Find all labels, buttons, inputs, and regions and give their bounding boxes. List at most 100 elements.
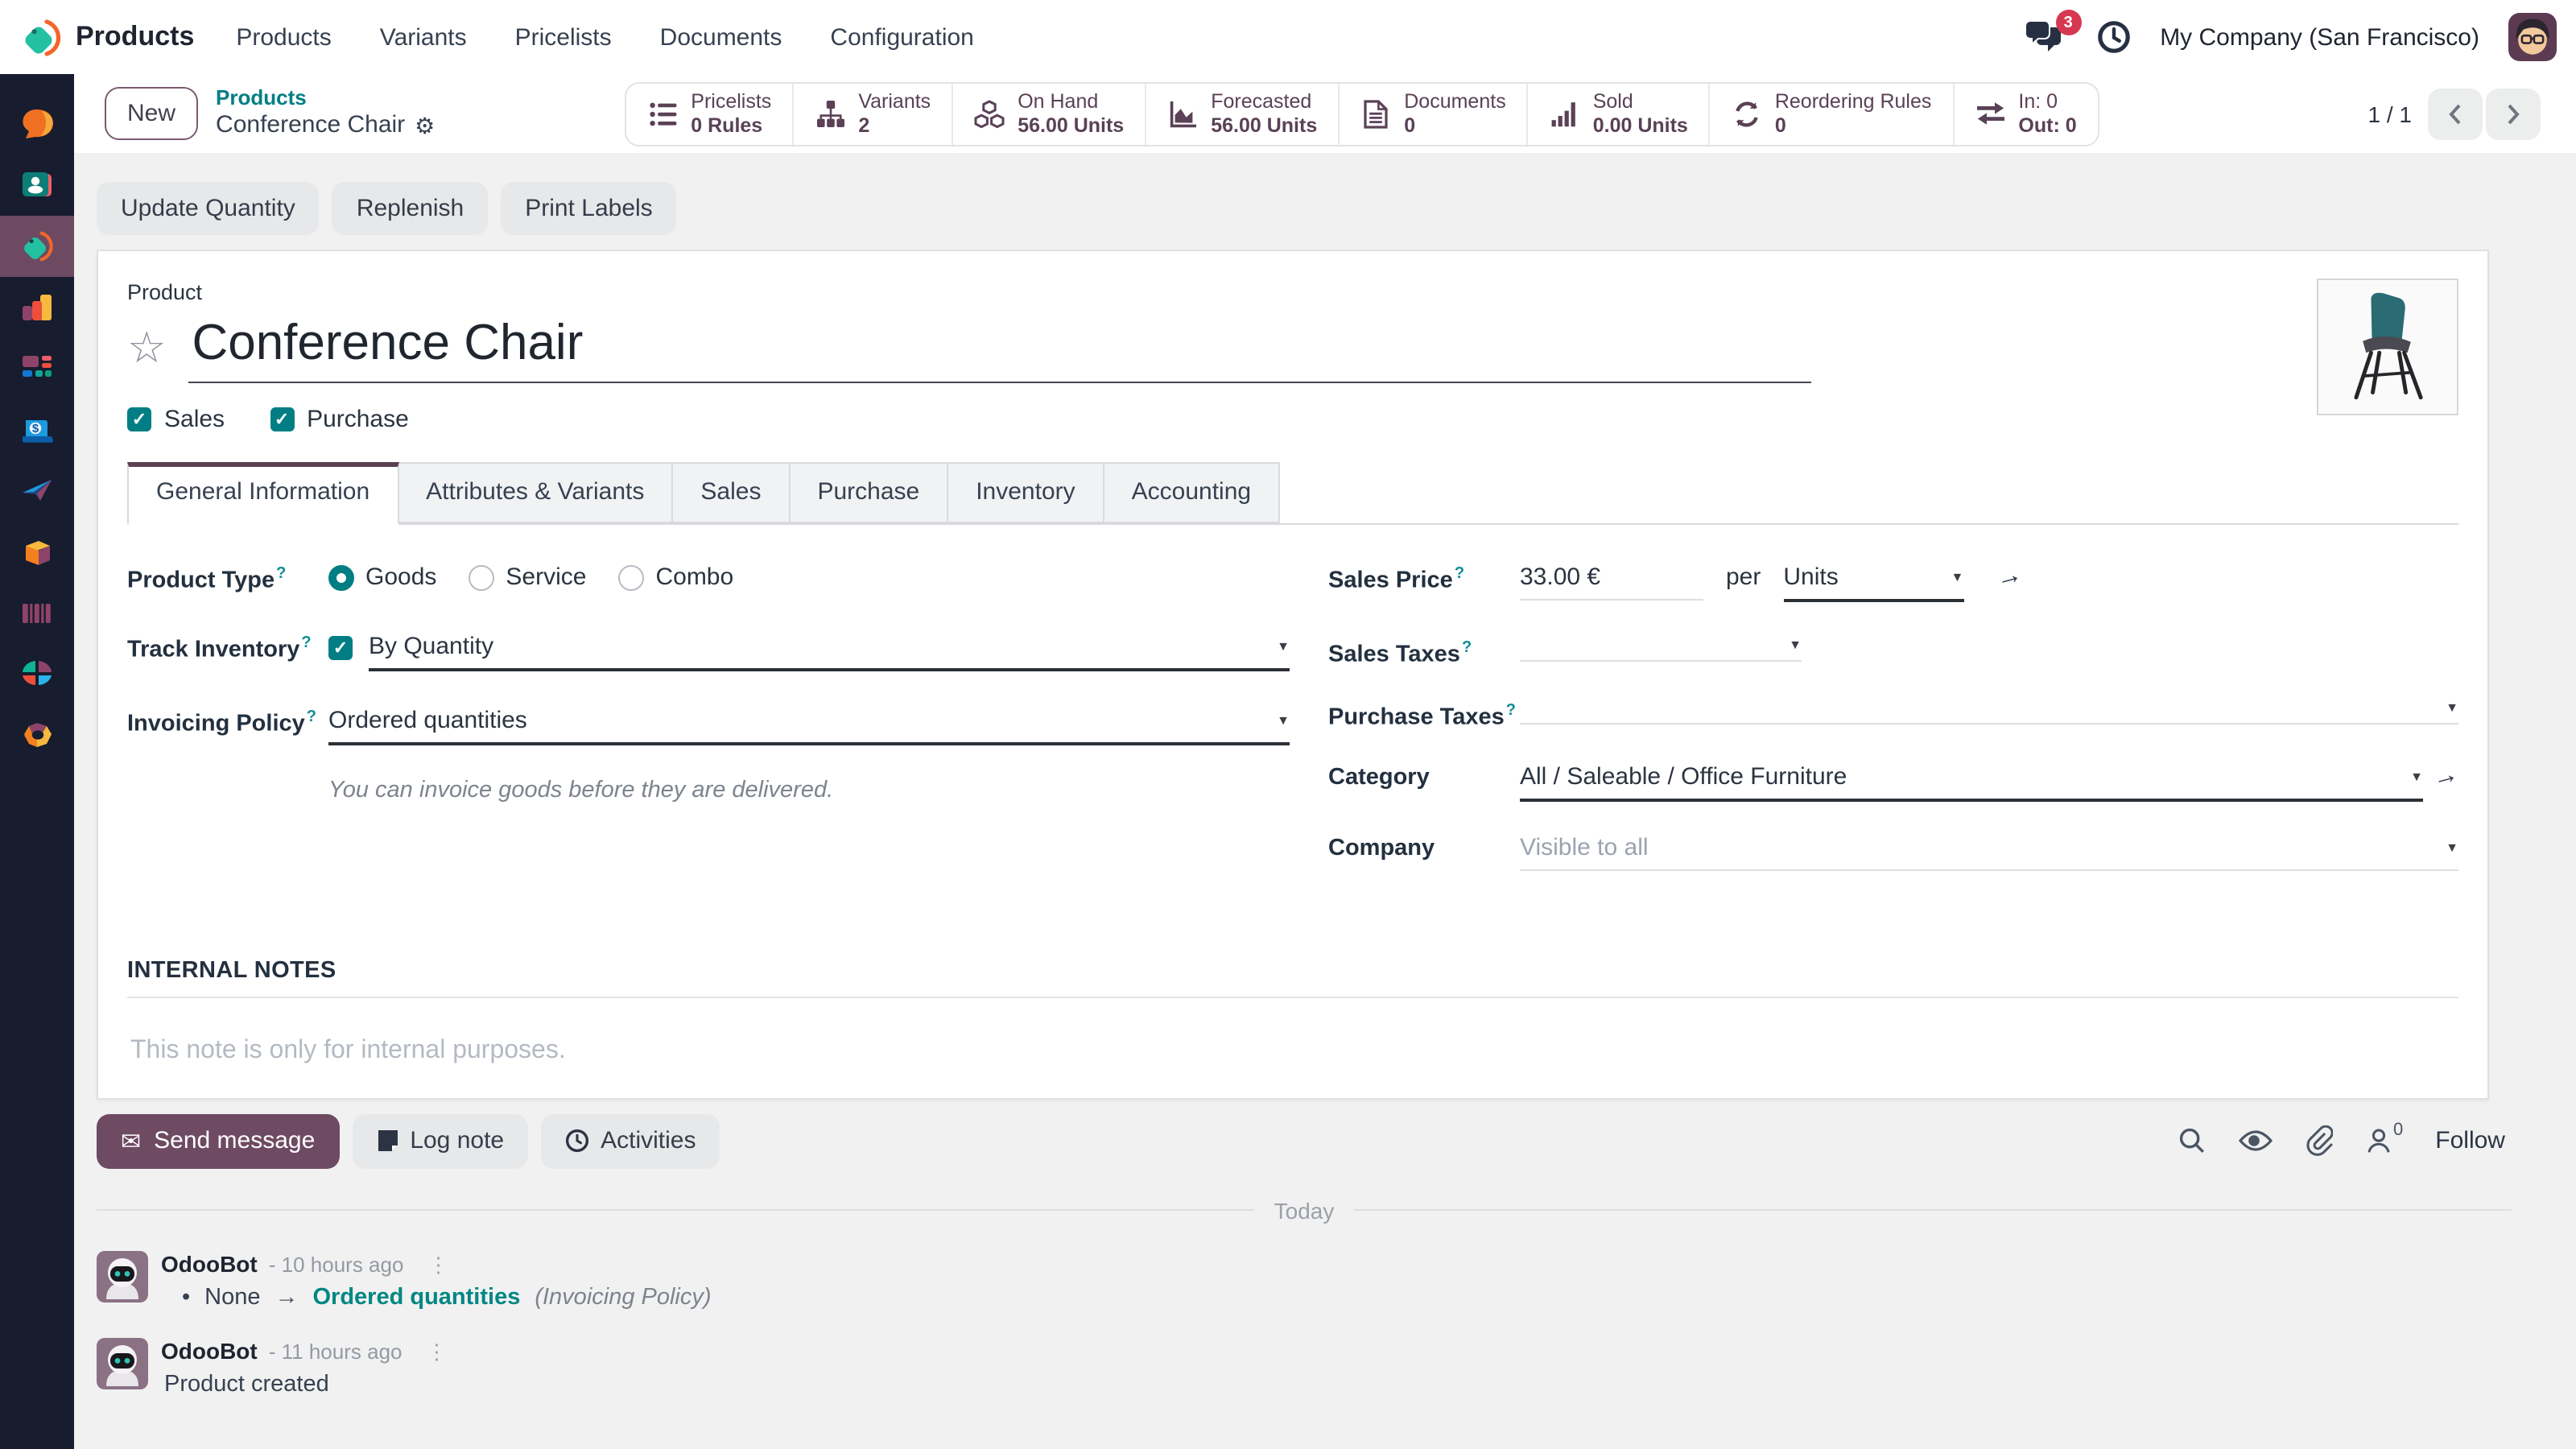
help-question-icon[interactable]: ? (307, 708, 316, 726)
stat-name: Forecasted (1211, 90, 1317, 114)
company-input[interactable]: Visible to all ▼ (1520, 833, 2458, 870)
stat-in-out-button[interactable]: In: 0Out: 0 (1952, 83, 2097, 144)
user-avatar[interactable] (2508, 13, 2557, 61)
help-question-icon[interactable]: ? (1455, 565, 1464, 583)
product-name-input[interactable]: Conference Chair (188, 314, 1811, 383)
sidebar-app-dashboards-icon[interactable] (0, 338, 74, 399)
sidebar-app-sales-icon[interactable]: $ (0, 399, 74, 460)
breadcrumb-products-link[interactable]: Products (216, 85, 435, 112)
exchange-arrows-icon (1975, 98, 2005, 129)
purchase-taxes-input[interactable]: ▼ (1520, 700, 2458, 724)
product-image[interactable] (2317, 279, 2458, 415)
sidebar-app-manufacturing-icon[interactable] (0, 705, 74, 766)
internal-notes-input[interactable]: This note is only for internal purposes. (127, 1036, 2458, 1065)
tracking-old-value: None (204, 1284, 260, 1310)
help-question-icon[interactable]: ? (1462, 639, 1472, 657)
favorite-star-icon[interactable]: ☆ (127, 327, 166, 370)
follow-button[interactable]: Follow (2435, 1127, 2505, 1154)
log-note-button[interactable]: Log note (352, 1113, 528, 1168)
chevron-down-icon: ▼ (1277, 713, 1290, 728)
form-right-column: Sales Price? 33.00 € per Units ▼ (1328, 564, 2458, 902)
radio-goods[interactable]: Goods (328, 564, 436, 591)
action-gear-icon[interactable]: ⚙ (415, 113, 435, 141)
stat-name: Variants (858, 90, 931, 114)
sidebar-app-inventory-icon[interactable] (0, 522, 74, 583)
internal-link-arrow-icon[interactable]: → (1992, 560, 2025, 595)
message-options-icon[interactable]: ⋮ (427, 1339, 448, 1364)
tab-general-information[interactable]: General Information (127, 462, 398, 525)
paperclip-icon[interactable] (2305, 1125, 2332, 1156)
menu-configuration[interactable]: Configuration (830, 23, 973, 51)
product-type-radio-group: Goods Service Combo (328, 564, 1290, 591)
messages-icon[interactable]: 3 (2025, 19, 2066, 55)
print-labels-button[interactable]: Print Labels (501, 182, 676, 235)
message-author[interactable]: OdooBot (161, 1250, 258, 1276)
tab-attributes-variants[interactable]: Attributes & Variants (398, 462, 673, 523)
tab-sales[interactable]: Sales (673, 462, 790, 523)
form-view: Update Quantity Replenish Print Labels P… (74, 153, 2576, 1449)
sidebar-app-products-icon[interactable] (0, 216, 74, 277)
tracking-new-value[interactable]: Ordered quantities (313, 1284, 521, 1310)
sidebar-app-reporting-icon[interactable] (0, 277, 74, 338)
message-options-icon[interactable]: ⋮ (427, 1252, 448, 1278)
sidebar-app-discuss-icon[interactable] (0, 93, 74, 155)
stat-reordering-rules-button[interactable]: Reordering Rules0 (1709, 83, 1953, 144)
help-question-icon[interactable]: ? (1506, 702, 1516, 720)
stat-forecasted-button[interactable]: Forecasted56.00 Units (1145, 83, 1338, 144)
message[interactable]: OdooBot - 11 hours ago ⋮ Product created (97, 1337, 2512, 1397)
form-left-column: Product Type? Goods Service Combo Track … (127, 564, 1290, 902)
new-button[interactable]: New (105, 87, 198, 140)
pager-previous-button[interactable] (2428, 88, 2483, 139)
help-question-icon[interactable]: ? (276, 565, 286, 583)
category-input[interactable]: All / Saleable / Office Furniture ▼ (1520, 762, 2423, 801)
message[interactable]: OdooBot - 10 hours ago ⋮ • None → Ordere… (97, 1250, 2512, 1310)
stat-sold-button[interactable]: Sold0.00 Units (1527, 83, 1709, 144)
stat-documents-button[interactable]: Documents0 (1338, 83, 1526, 144)
update-quantity-button[interactable]: Update Quantity (97, 182, 320, 235)
menu-variants[interactable]: Variants (380, 23, 467, 51)
menu-products[interactable]: Products (236, 23, 331, 51)
stat-pricelists-button[interactable]: Pricelists0 Rules (626, 83, 792, 144)
track-inventory-select[interactable]: By Quantity ▼ (369, 633, 1290, 671)
date-divider: Today (97, 1197, 2512, 1223)
track-inventory-checkbox[interactable]: ✓ (328, 636, 353, 660)
sales-taxes-input[interactable]: ▼ (1520, 638, 1802, 662)
breadcrumb-current: Conference Chair (216, 112, 405, 142)
tab-inventory[interactable]: Inventory (948, 462, 1104, 523)
internal-link-arrow-icon[interactable]: → (2429, 760, 2462, 795)
help-question-icon[interactable]: ? (301, 634, 311, 652)
stat-on-hand-button[interactable]: On Hand56.00 Units (952, 83, 1145, 144)
sidebar-app-email-marketing-icon[interactable] (0, 460, 74, 522)
sales-checkbox[interactable]: ✓ Sales (127, 406, 225, 433)
tab-accounting[interactable]: Accounting (1104, 462, 1280, 523)
checkbox-checked-icon: ✓ (127, 407, 151, 431)
stat-name: Sold (1593, 90, 1688, 114)
radio-service[interactable]: Service (469, 564, 586, 591)
uom-select[interactable]: Units ▼ (1783, 564, 1963, 602)
sidebar-app-contacts-icon[interactable] (0, 155, 74, 216)
product-type-label: Product Type? (127, 564, 328, 594)
activities-button[interactable]: Activities (541, 1113, 720, 1168)
sidebar-app-quality-icon[interactable] (0, 644, 74, 705)
purchase-checkbox[interactable]: ✓ Purchase (270, 406, 409, 433)
breadcrumb: Products Conference Chair ⚙ (216, 85, 435, 142)
sales-price-input[interactable]: 33.00 € (1520, 564, 1703, 601)
menu-pricelists[interactable]: Pricelists (515, 23, 612, 51)
message-author[interactable]: OdooBot (161, 1337, 258, 1363)
menu-documents[interactable]: Documents (660, 23, 782, 51)
tab-purchase[interactable]: Purchase (790, 462, 948, 523)
radio-combo[interactable]: Combo (618, 564, 733, 591)
stat-value: 56.00 Units (1018, 114, 1124, 137)
replenish-button[interactable]: Replenish (332, 182, 488, 235)
sidebar-app-barcode-icon[interactable] (0, 583, 74, 644)
eye-icon[interactable] (2237, 1129, 2273, 1153)
search-messages-icon[interactable] (2178, 1127, 2205, 1154)
company-switcher[interactable]: My Company (San Francisco) (2160, 23, 2479, 51)
followers-button[interactable]: 0 (2364, 1127, 2403, 1154)
pager-next-button[interactable] (2486, 88, 2541, 139)
invoicing-policy-select[interactable]: Ordered quantities ▼ (328, 707, 1290, 745)
app-switcher[interactable]: Products (19, 15, 194, 59)
send-message-button[interactable]: ✉ Send message (97, 1113, 339, 1168)
stat-variants-button[interactable]: Variants2 (792, 83, 952, 144)
activity-clock-icon[interactable] (2095, 19, 2131, 55)
